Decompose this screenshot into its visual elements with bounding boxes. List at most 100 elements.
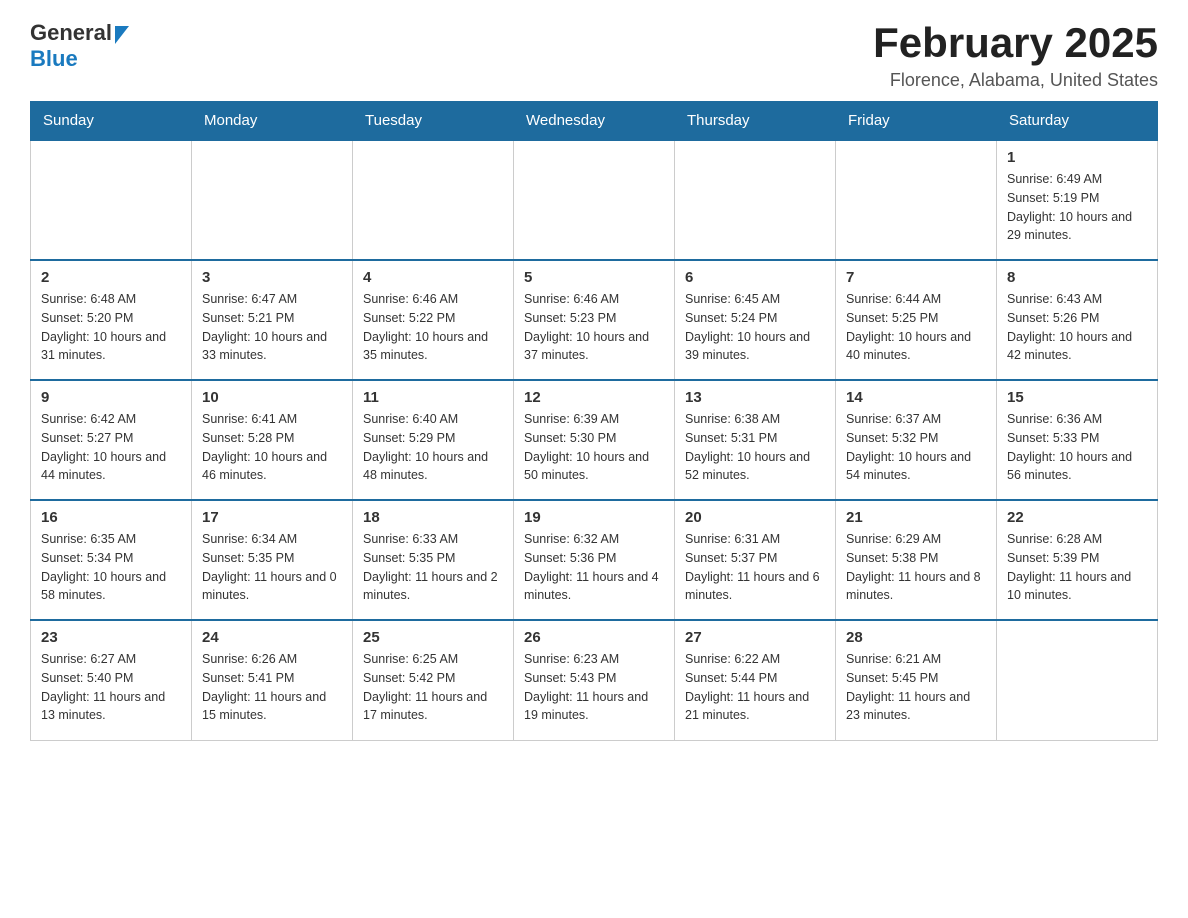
day-of-week-header: Saturday — [997, 102, 1158, 141]
day-info: Sunrise: 6:28 AMSunset: 5:39 PMDaylight:… — [1007, 530, 1147, 605]
day-number: 8 — [1007, 269, 1147, 286]
day-info: Sunrise: 6:46 AMSunset: 5:22 PMDaylight:… — [363, 290, 503, 365]
day-number: 23 — [41, 629, 181, 646]
day-info: Sunrise: 6:42 AMSunset: 5:27 PMDaylight:… — [41, 410, 181, 485]
day-number: 27 — [685, 629, 825, 646]
day-info: Sunrise: 6:41 AMSunset: 5:28 PMDaylight:… — [202, 410, 342, 485]
day-number: 18 — [363, 509, 503, 526]
day-info: Sunrise: 6:34 AMSunset: 5:35 PMDaylight:… — [202, 530, 342, 605]
calendar-week-row: 23Sunrise: 6:27 AMSunset: 5:40 PMDayligh… — [31, 620, 1158, 740]
calendar-cell: 24Sunrise: 6:26 AMSunset: 5:41 PMDayligh… — [192, 620, 353, 740]
calendar-cell: 7 Sunrise: 6:44 AMSunset: 5:25 PMDaylight… — [836, 260, 997, 380]
calendar-week-row: 16Sunrise: 6:35 AMSunset: 5:34 PMDayligh… — [31, 500, 1158, 620]
calendar-cell: 19 Sunrise: 6:32 AMSunset: 5:36 PMDayligh… — [514, 500, 675, 620]
calendar-cell: 2 Sunrise: 6:48 AMSunset: 5:20 PMDaylight… — [31, 260, 192, 380]
day-number: 21 — [846, 509, 986, 526]
logo: General Blue — [30, 20, 129, 72]
day-number: 4 — [363, 269, 503, 286]
calendar-cell: 25 Sunrise: 6:25 AMSunset: 5:42 PMDayligh… — [353, 620, 514, 740]
calendar-cell: 5 Sunrise: 6:46 AMSunset: 5:23 PMDaylight… — [514, 260, 675, 380]
day-number: 7 — [846, 269, 986, 286]
calendar-week-row: 9 Sunrise: 6:42 AMSunset: 5:27 PMDaylight… — [31, 380, 1158, 500]
day-info: Sunrise: 6:32 AMSunset: 5:36 PMDaylight:… — [524, 530, 664, 605]
day-number: 1 — [1007, 149, 1147, 166]
day-info: Sunrise: 6:33 AMSunset: 5:35 PMDaylight:… — [363, 530, 503, 605]
calendar-cell: 21 Sunrise: 6:29 AMSunset: 5:38 PMDayligh… — [836, 500, 997, 620]
day-info: Sunrise: 6:36 AMSunset: 5:33 PMDaylight:… — [1007, 410, 1147, 485]
day-info: Sunrise: 6:45 AMSunset: 5:24 PMDaylight:… — [685, 290, 825, 365]
day-info: Sunrise: 6:37 AMSunset: 5:32 PMDaylight:… — [846, 410, 986, 485]
calendar-cell: 26 Sunrise: 6:23 AMSunset: 5:43 PMDayligh… — [514, 620, 675, 740]
day-number: 16 — [41, 509, 181, 526]
day-number: 15 — [1007, 389, 1147, 406]
page-header: General Blue February 2025 Florence, Ala… — [30, 20, 1158, 91]
day-number: 22 — [1007, 509, 1147, 526]
calendar-cell: 15 Sunrise: 6:36 AMSunset: 5:33 PMDayligh… — [997, 380, 1158, 500]
calendar-cell: 14 Sunrise: 6:37 AMSunset: 5:32 PMDayligh… — [836, 380, 997, 500]
calendar-cell — [997, 620, 1158, 740]
title-section: February 2025 Florence, Alabama, United … — [873, 20, 1158, 91]
day-info: Sunrise: 6:23 AMSunset: 5:43 PMDaylight:… — [524, 650, 664, 725]
calendar-cell: 12 Sunrise: 6:39 AMSunset: 5:30 PMDayligh… — [514, 380, 675, 500]
day-info: Sunrise: 6:46 AMSunset: 5:23 PMDaylight:… — [524, 290, 664, 365]
day-of-week-header: Wednesday — [514, 102, 675, 141]
calendar-cell: 23Sunrise: 6:27 AMSunset: 5:40 PMDayligh… — [31, 620, 192, 740]
calendar-cell — [192, 140, 353, 260]
day-number: 17 — [202, 509, 342, 526]
day-number: 19 — [524, 509, 664, 526]
day-info: Sunrise: 6:49 AMSunset: 5:19 PMDaylight:… — [1007, 170, 1147, 245]
calendar-cell: 28 Sunrise: 6:21 AMSunset: 5:45 PMDayligh… — [836, 620, 997, 740]
day-number: 6 — [685, 269, 825, 286]
day-info: Sunrise: 6:48 AMSunset: 5:20 PMDaylight:… — [41, 290, 181, 365]
day-info: Sunrise: 6:29 AMSunset: 5:38 PMDaylight:… — [846, 530, 986, 605]
month-title: February 2025 — [873, 20, 1158, 66]
day-number: 20 — [685, 509, 825, 526]
day-number: 13 — [685, 389, 825, 406]
day-info: Sunrise: 6:22 AMSunset: 5:44 PMDaylight:… — [685, 650, 825, 725]
day-info: Sunrise: 6:43 AMSunset: 5:26 PMDaylight:… — [1007, 290, 1147, 365]
day-number: 14 — [846, 389, 986, 406]
calendar-cell: 10 Sunrise: 6:41 AMSunset: 5:28 PMDayligh… — [192, 380, 353, 500]
day-info: Sunrise: 6:44 AMSunset: 5:25 PMDaylight:… — [846, 290, 986, 365]
calendar-cell: 3Sunrise: 6:47 AMSunset: 5:21 PMDaylight… — [192, 260, 353, 380]
day-number: 11 — [363, 389, 503, 406]
calendar-cell — [514, 140, 675, 260]
calendar-cell: 18 Sunrise: 6:33 AMSunset: 5:35 PMDayligh… — [353, 500, 514, 620]
calendar-week-row: 2 Sunrise: 6:48 AMSunset: 5:20 PMDaylight… — [31, 260, 1158, 380]
day-number: 3 — [202, 269, 342, 286]
day-info: Sunrise: 6:25 AMSunset: 5:42 PMDaylight:… — [363, 650, 503, 725]
day-info: Sunrise: 6:39 AMSunset: 5:30 PMDaylight:… — [524, 410, 664, 485]
calendar-cell: 9 Sunrise: 6:42 AMSunset: 5:27 PMDaylight… — [31, 380, 192, 500]
day-number: 25 — [363, 629, 503, 646]
location-subtitle: Florence, Alabama, United States — [873, 70, 1158, 91]
day-of-week-header: Monday — [192, 102, 353, 141]
day-number: 5 — [524, 269, 664, 286]
calendar-cell: 8 Sunrise: 6:43 AMSunset: 5:26 PMDaylight… — [997, 260, 1158, 380]
calendar-cell: 11 Sunrise: 6:40 AMSunset: 5:29 PMDayligh… — [353, 380, 514, 500]
calendar-cell — [353, 140, 514, 260]
calendar-table: SundayMondayTuesdayWednesdayThursdayFrid… — [30, 101, 1158, 741]
day-number: 2 — [41, 269, 181, 286]
calendar-cell: 17 Sunrise: 6:34 AMSunset: 5:35 PMDayligh… — [192, 500, 353, 620]
calendar-cell: 27 Sunrise: 6:22 AMSunset: 5:44 PMDayligh… — [675, 620, 836, 740]
day-number: 10 — [202, 389, 342, 406]
calendar-cell — [31, 140, 192, 260]
calendar-cell: 22 Sunrise: 6:28 AMSunset: 5:39 PMDayligh… — [997, 500, 1158, 620]
day-number: 26 — [524, 629, 664, 646]
calendar-cell: 20 Sunrise: 6:31 AMSunset: 5:37 PMDayligh… — [675, 500, 836, 620]
logo-triangle-icon — [115, 26, 129, 44]
logo-text-blue: Blue — [30, 46, 78, 71]
day-number: 12 — [524, 389, 664, 406]
day-number: 28 — [846, 629, 986, 646]
calendar-cell: 13Sunrise: 6:38 AMSunset: 5:31 PMDayligh… — [675, 380, 836, 500]
day-of-week-header: Friday — [836, 102, 997, 141]
day-number: 24 — [202, 629, 342, 646]
day-info: Sunrise: 6:21 AMSunset: 5:45 PMDaylight:… — [846, 650, 986, 725]
calendar-header-row: SundayMondayTuesdayWednesdayThursdayFrid… — [31, 102, 1158, 141]
calendar-cell: 1 Sunrise: 6:49 AMSunset: 5:19 PMDaylight… — [997, 140, 1158, 260]
day-info: Sunrise: 6:40 AMSunset: 5:29 PMDaylight:… — [363, 410, 503, 485]
day-number: 9 — [41, 389, 181, 406]
day-info: Sunrise: 6:31 AMSunset: 5:37 PMDaylight:… — [685, 530, 825, 605]
calendar-cell: 6 Sunrise: 6:45 AMSunset: 5:24 PMDaylight… — [675, 260, 836, 380]
logo-text-general: General — [30, 20, 112, 46]
